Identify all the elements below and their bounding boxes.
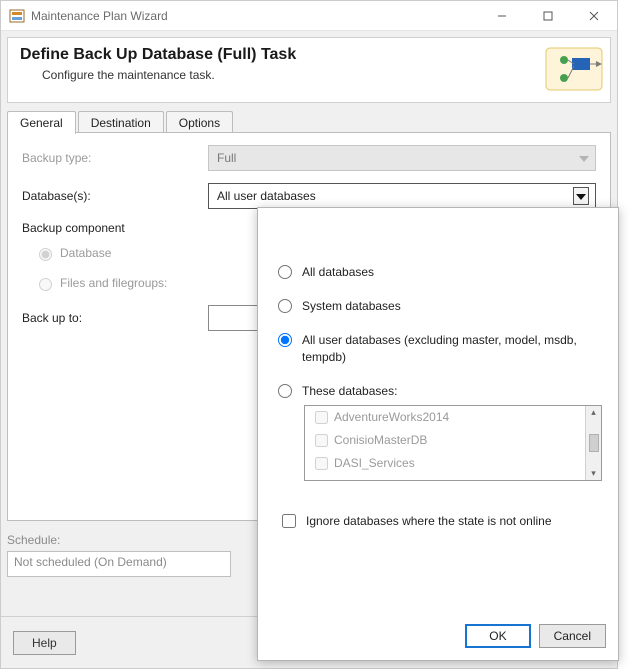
maintenance-plan-wizard-window: Maintenance Plan Wizard Define Back Up D… [0, 0, 618, 669]
banner-subtext: Configure the maintenance task. [20, 68, 598, 82]
wizard-icon [544, 44, 604, 94]
opt-these-databases[interactable]: These databases: [278, 383, 602, 399]
schedule-value-box: Not scheduled (On Demand) [7, 551, 231, 577]
databases-label: Database(s): [22, 189, 208, 203]
chevron-down-icon[interactable] [573, 187, 589, 205]
close-button[interactable] [571, 1, 617, 31]
db-list-item[interactable]: DASI_Services [305, 452, 585, 475]
ok-button[interactable]: OK [465, 624, 530, 648]
backup-type-label: Backup type: [22, 151, 208, 165]
scroll-down-icon[interactable]: ▾ [591, 469, 596, 478]
tab-general[interactable]: General [7, 111, 76, 134]
list-scrollbar[interactable]: ▴ ▾ [585, 406, 601, 480]
backup-to-label: Back up to: [22, 311, 208, 325]
tab-destination[interactable]: Destination [78, 111, 164, 134]
tabstrip: General Destination Options [7, 109, 611, 133]
task-banner: Define Back Up Database (Full) Task Conf… [7, 37, 611, 103]
databases-dropdown-panel: All databases System databases All user … [257, 207, 619, 661]
backup-type-select: Full [208, 145, 596, 171]
ignore-offline-checkbox[interactable]: Ignore databases where the state is not … [278, 511, 602, 531]
cancel-button[interactable]: Cancel [539, 624, 606, 648]
databases-select[interactable]: All user databases [208, 183, 596, 209]
databases-value: All user databases [217, 189, 316, 203]
opt-all-user-databases[interactable]: All user databases (excluding master, mo… [278, 332, 602, 364]
db-list-item[interactable]: GoDemo [305, 475, 585, 480]
tab-options[interactable]: Options [166, 111, 233, 134]
db-list-item[interactable]: AdventureWorks2014 [305, 406, 585, 429]
scroll-up-icon[interactable]: ▴ [591, 408, 596, 417]
opt-all-databases[interactable]: All databases [278, 264, 602, 280]
backup-type-value: Full [217, 151, 236, 165]
database-list: AdventureWorks2014 ConisioMasterDB DASI_… [304, 405, 602, 481]
titlebar: Maintenance Plan Wizard [1, 1, 617, 31]
maximize-button[interactable] [525, 1, 571, 31]
help-button[interactable]: Help [13, 631, 76, 655]
opt-system-databases[interactable]: System databases [278, 298, 602, 314]
scroll-thumb[interactable] [589, 434, 599, 452]
chevron-down-icon [579, 151, 589, 165]
minimize-button[interactable] [479, 1, 525, 31]
app-icon [9, 8, 25, 24]
banner-heading: Define Back Up Database (Full) Task [20, 46, 598, 64]
db-list-item[interactable]: ConisioMasterDB [305, 429, 585, 452]
window-title: Maintenance Plan Wizard [31, 9, 479, 23]
